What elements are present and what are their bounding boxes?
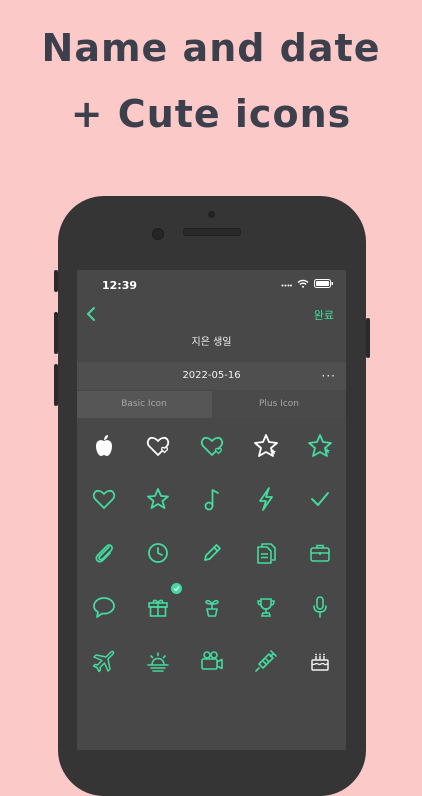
trophy-icon[interactable] [251,592,281,622]
microphone-icon[interactable] [305,592,335,622]
music-note-icon[interactable] [197,484,227,514]
paperclip-icon[interactable] [89,538,119,568]
sunrise-icon[interactable] [143,646,173,676]
headline-line-2: + Cute icons [70,92,352,136]
apple-icon[interactable] [89,431,119,461]
heart-outline-icon[interactable] [143,431,173,461]
date-value: 2022-05-16 [182,370,241,381]
icon-grid [77,418,346,750]
headline-line-1: Name and date [41,26,381,70]
icon-tabs: Basic Icon Plus Icon [77,391,346,419]
tab-basic-icon[interactable]: Basic Icon [77,391,211,418]
phone-front-camera [152,228,164,240]
syringe-icon[interactable] [251,646,281,676]
done-button[interactable]: 완료 [314,307,334,323]
cake-icon[interactable] [305,646,335,676]
documents-icon[interactable] [251,538,281,568]
more-options-button[interactable]: ··· [322,362,336,390]
wifi-icon [297,279,309,288]
video-camera-icon[interactable] [197,646,227,676]
pencil-icon[interactable] [197,538,227,568]
small-check-icon [173,586,180,592]
star-icon[interactable] [143,484,173,514]
phone-side-button [54,270,58,292]
heart-double-icon[interactable] [197,431,227,461]
gift-icon[interactable] [143,592,173,622]
phone-volume-down [54,364,58,406]
status-time: 12:39 [102,279,138,292]
check-icon[interactable] [305,484,335,514]
date-field[interactable]: 2022-05-16 ··· [77,362,346,390]
lightning-icon[interactable] [251,484,281,514]
phone-sensor [208,211,215,218]
event-name-field[interactable]: 지은 생일 [77,330,346,360]
nav-bar: 완료 [77,300,346,330]
plant-icon[interactable] [197,592,227,622]
status-icons [281,279,334,288]
selected-check-badge [171,583,182,594]
speech-bubble-icon[interactable] [89,592,119,622]
phone-speaker [183,228,241,236]
back-chevron-icon[interactable] [81,304,101,324]
phone-volume-up [54,312,58,354]
phone-power-button [366,318,370,358]
status-bar: 12:39 [77,270,346,300]
star-outline-icon[interactable] [251,431,281,461]
app-screen: 12:39 완료 지은 생일 2022-05-16 ··· Basic Icon… [77,270,346,750]
heart-icon[interactable] [89,484,119,514]
signal-icon [281,284,292,287]
airplane-icon[interactable] [89,646,119,676]
briefcase-icon[interactable] [305,538,335,568]
clock-icon[interactable] [143,538,173,568]
star-double-icon[interactable] [305,431,335,461]
battery-icon [314,279,333,288]
tab-plus-icon[interactable]: Plus Icon [212,391,346,419]
